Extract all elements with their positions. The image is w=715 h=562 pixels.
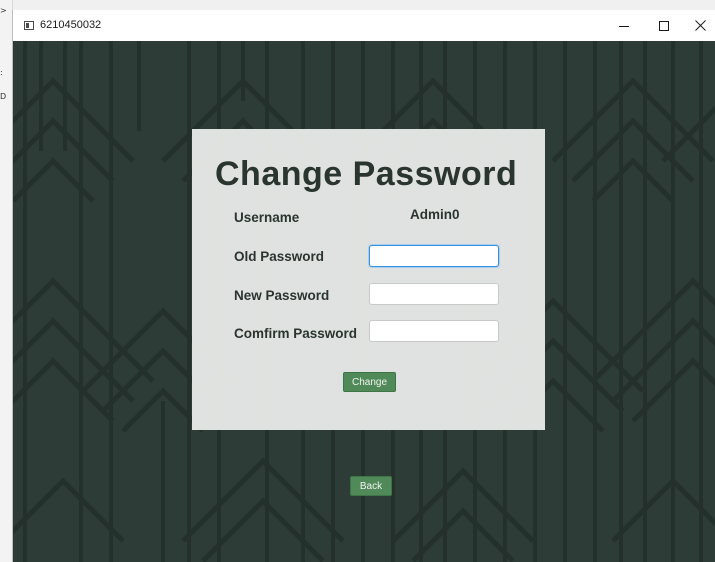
change-button[interactable]: Change xyxy=(343,372,396,392)
username-label: Username xyxy=(234,210,300,225)
new-password-label: New Password xyxy=(234,288,330,303)
maximize-button[interactable] xyxy=(644,10,684,41)
old-password-label: Old Password xyxy=(234,249,325,264)
close-button[interactable] xyxy=(684,10,715,41)
username-value: Admin0 xyxy=(410,207,460,222)
minimize-button[interactable] xyxy=(604,10,644,41)
page-title: Change Password xyxy=(215,155,518,193)
edge-glyph: D xyxy=(0,92,7,101)
close-icon xyxy=(694,20,706,31)
new-password-field[interactable] xyxy=(369,283,499,305)
minimize-icon xyxy=(619,25,629,27)
change-password-panel: Change Password Username Admin0 Old Pass… xyxy=(192,129,545,430)
back-button[interactable]: Back xyxy=(350,476,392,496)
app-icon xyxy=(24,21,34,30)
confirm-password-label: Comfirm Password xyxy=(234,326,358,341)
app-window: 6210450032 Change Password Username Admi… xyxy=(12,10,715,562)
confirm-password-field[interactable] xyxy=(369,320,499,342)
title-bar[interactable]: 6210450032 xyxy=(13,10,715,41)
edge-glyph: > xyxy=(0,6,7,15)
window-content: Change Password Username Admin0 Old Pass… xyxy=(13,41,715,562)
window-title: 6210450032 xyxy=(40,19,102,31)
edge-glyph: : xyxy=(0,68,3,77)
maximize-icon xyxy=(659,20,669,31)
old-password-field[interactable] xyxy=(369,245,499,267)
